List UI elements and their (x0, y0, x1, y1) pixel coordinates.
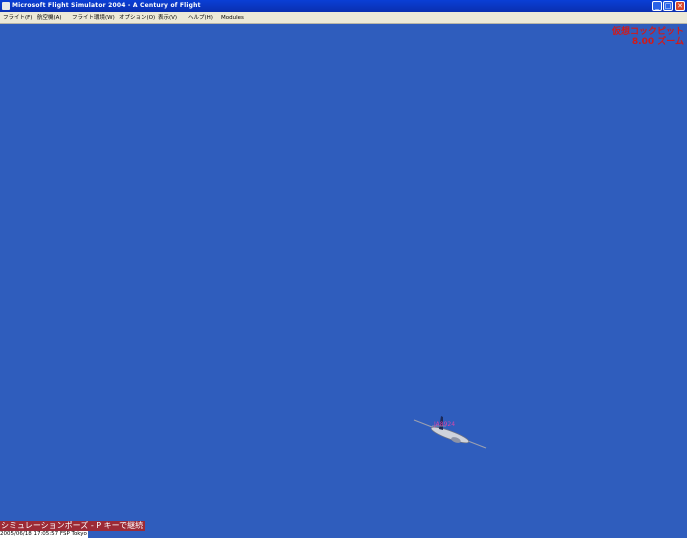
minimize-button[interactable]: _ (652, 1, 662, 11)
menu-item-world[interactable]: フライト環境(W) (72, 12, 115, 24)
view-indicator: 仮想コックピット 8.00 ズーム (612, 27, 684, 47)
window-title: Microsoft Flight Simulator 2004 - A Cent… (12, 2, 201, 9)
maximize-button[interactable]: □ (663, 1, 673, 11)
airliner-icon (413, 416, 487, 449)
menu-item-options[interactable]: オプション(O) (119, 12, 155, 24)
view-mode-text: 仮想コックピット (611, 27, 684, 37)
timestamp-bar: 2005/06/18 17:05:57 FSP Tokyo (0, 531, 687, 538)
menu-item-view[interactable]: 表示(V) (158, 12, 177, 24)
window-titlebar[interactable]: Microsoft Flight Simulator 2004 - A Cent… (0, 0, 687, 12)
menu-bar: フライト(F) 航空機(A) フライト環境(W) オプション(O) 表示(V) … (0, 12, 687, 24)
aircraft: JA8924 (412, 414, 488, 450)
zoom-text: 8.00 ズーム (631, 37, 684, 47)
menu-item-modules[interactable]: Modules (221, 12, 244, 24)
close-button[interactable]: ✕ (675, 1, 685, 11)
timestamp-text: 2005/06/18 17:05:57 FSP Tokyo (0, 531, 88, 538)
sim-viewport[interactable]: 仮想コックピット 8.00 ズーム JA8924 シミュレーションポーズ - P… (0, 24, 687, 538)
pause-message: シミュレーションポーズ - P キーで継続 (0, 521, 146, 531)
menu-item-aircraft[interactable]: 航空機(A) (37, 12, 62, 24)
aircraft-registration: JA8924 (434, 421, 456, 428)
menu-item-flight[interactable]: フライト(F) (3, 12, 32, 24)
menu-item-help[interactable]: ヘルプ(H) (188, 12, 213, 24)
app-icon[interactable] (2, 2, 10, 10)
